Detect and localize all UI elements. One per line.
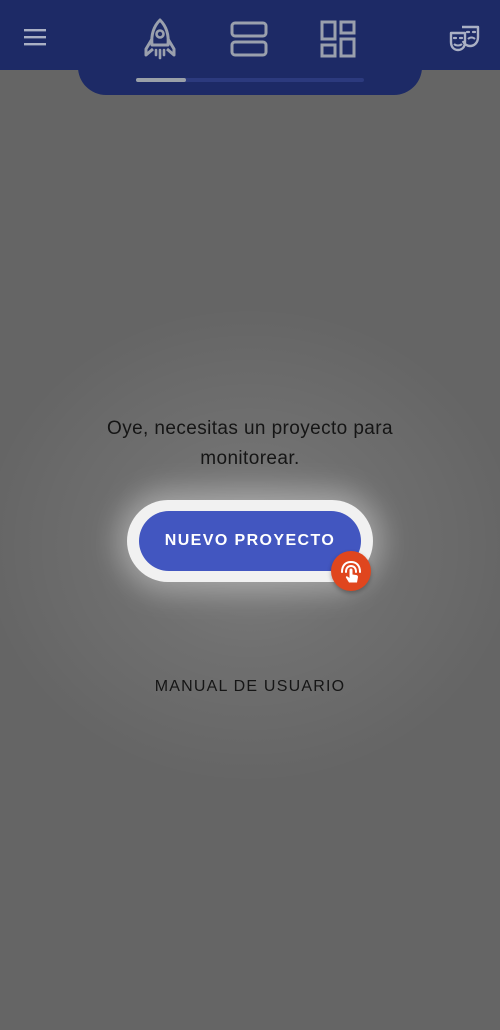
tab-rocket[interactable] <box>136 16 184 62</box>
menu-button[interactable] <box>18 20 52 54</box>
tap-hand-icon <box>341 560 361 583</box>
empty-state-message: Oye, necesitas un proyecto para monitore… <box>107 418 393 469</box>
theater-masks-icon <box>449 25 480 52</box>
tab-dashboard[interactable] <box>314 16 362 62</box>
new-project-button[interactable]: NUEVO PROYECTO <box>139 511 361 571</box>
user-manual-link[interactable]: MANUAL DE USUARIO <box>100 674 400 700</box>
tab-indicator-track <box>136 78 364 82</box>
tab-indicator <box>136 78 186 82</box>
rocket-icon <box>144 18 176 60</box>
tap-hint-badge <box>331 551 371 591</box>
theater-button[interactable] <box>446 20 484 56</box>
tab-list[interactable] <box>225 16 273 62</box>
dashboard-icon <box>320 20 356 58</box>
list-view-icon <box>230 21 268 57</box>
hamburger-menu-icon <box>24 29 46 46</box>
